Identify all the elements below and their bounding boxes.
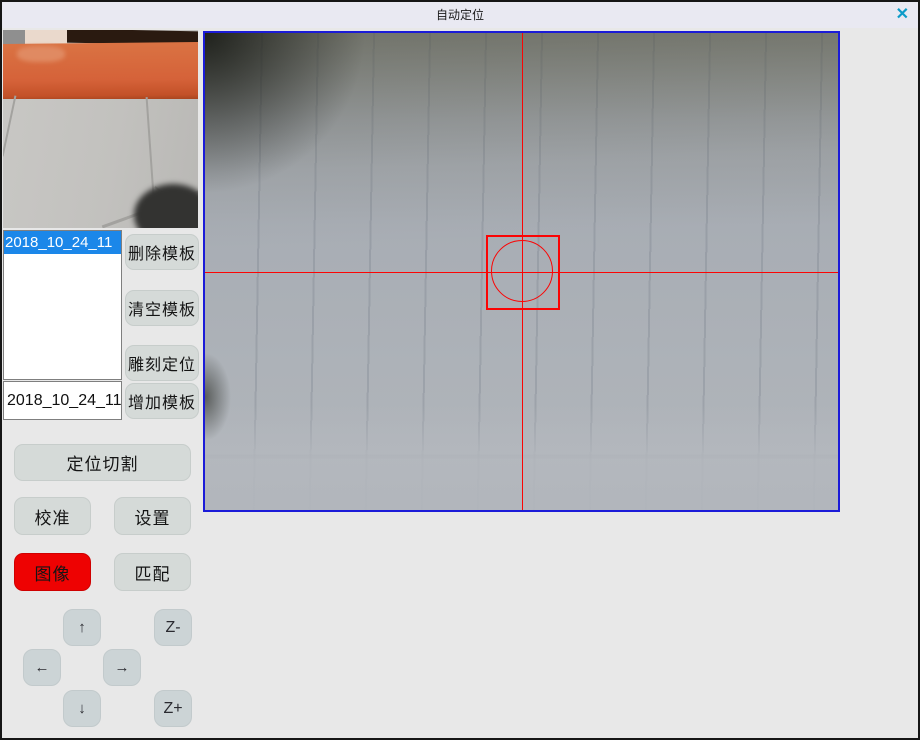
template-list[interactable]: 2018_10_24_11 [3, 230, 122, 380]
close-icon[interactable]: ✕ [896, 4, 909, 26]
image-button-active[interactable]: 图像 [14, 553, 91, 591]
jog-z-plus-button[interactable]: Z+ [154, 690, 192, 727]
jog-left-button[interactable]: ← [23, 649, 61, 686]
add-template-button[interactable]: 增加模板 [125, 383, 199, 419]
settings-button[interactable]: 设置 [114, 497, 191, 535]
title-bar: 自动定位 ✕ [2, 2, 918, 28]
jog-down-button[interactable]: ↓ [63, 690, 101, 727]
thumb-decor-beam-patch [17, 46, 65, 62]
camera-thumbnail [3, 30, 198, 228]
position-cut-button[interactable]: 定位切割 [14, 444, 191, 481]
match-button[interactable]: 匹配 [114, 553, 191, 591]
thumb-decor-tiles [3, 99, 198, 228]
jog-z-minus-button[interactable]: Z- [154, 609, 192, 646]
calibrate-button[interactable]: 校准 [14, 497, 91, 535]
template-name-input[interactable] [3, 381, 122, 420]
target-roi-circle [491, 240, 553, 302]
engrave-position-button[interactable]: 雕刻定位 [125, 345, 199, 381]
thumb-decor-gray-block [3, 30, 25, 45]
template-list-item[interactable]: 2018_10_24_11 [4, 231, 121, 254]
thumb-decor-dark-blob [134, 184, 198, 228]
camera-view[interactable] [203, 31, 840, 512]
delete-template-button[interactable]: 删除模板 [125, 234, 199, 270]
page-title: 自动定位 [2, 2, 918, 28]
jog-right-button[interactable]: → [103, 649, 141, 686]
auto-position-dialog: 自动定位 ✕ 2018_10_24_11 删除模板 清空模板 雕刻定位 增加模板… [0, 0, 920, 740]
jog-up-button[interactable]: ↑ [63, 609, 101, 646]
clear-templates-button[interactable]: 清空模板 [125, 290, 199, 326]
